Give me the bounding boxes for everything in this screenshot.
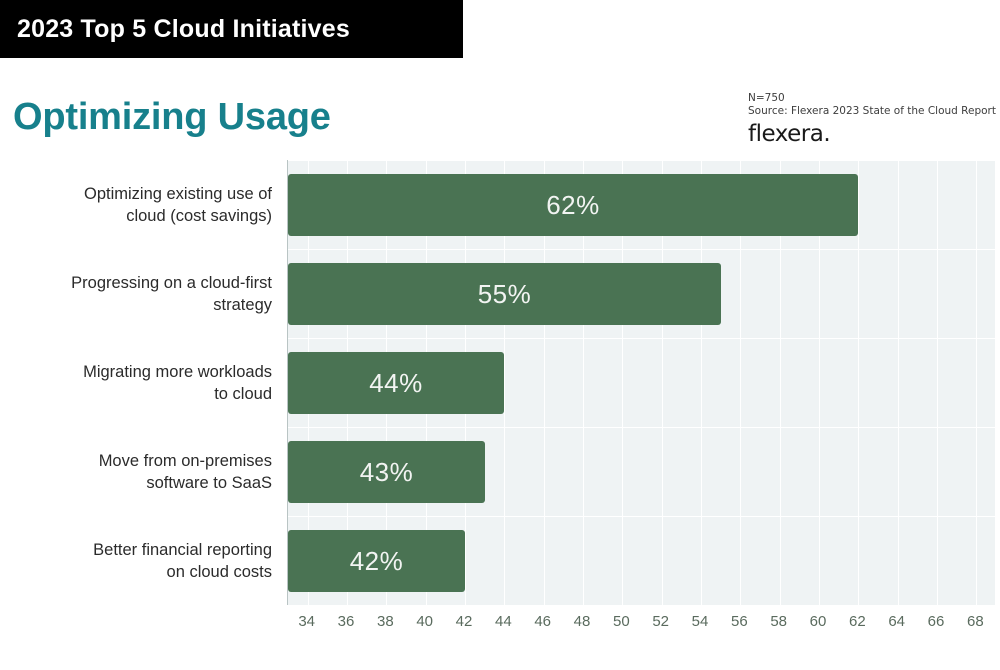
x-tick-label: 48 — [573, 613, 591, 630]
header-title: 2023 Top 5 Cloud Initiatives — [17, 14, 350, 43]
x-tick-label: 36 — [337, 613, 355, 630]
x-tick-label: 40 — [416, 613, 433, 630]
gridline-vertical — [858, 160, 860, 605]
category-label-line: strategy — [213, 296, 272, 314]
bar-value-label: 42% — [349, 545, 404, 576]
x-tick-label: 34 — [298, 613, 315, 630]
category-label: Migrating more workloads to cloud — [10, 361, 272, 405]
gridline-horizontal — [288, 160, 995, 161]
header-bar: 2023 Top 5 Cloud Initiatives — [0, 0, 463, 58]
bar-value-label: 43% — [359, 456, 414, 487]
gridline-horizontal — [288, 249, 995, 250]
bar-chart: Optimizing existing use of cloud (cost sa… — [0, 160, 1000, 650]
x-tick-label: 38 — [376, 613, 394, 630]
gridline-vertical — [937, 160, 938, 605]
source-block: N=750 Source: Flexera 2023 State of the … — [748, 92, 996, 147]
x-tick-label: 68 — [966, 613, 984, 630]
source-citation-text: Source: Flexera 2023 State of the Cloud … — [748, 105, 996, 117]
category-label: Progressing on a cloud-first strategy — [10, 272, 272, 316]
x-tick-label: 50 — [612, 613, 630, 630]
x-tick-label: 60 — [809, 613, 827, 630]
category-label-line: Optimizing existing use of — [83, 185, 272, 203]
category-label: Move from on-premises software to SaaS — [10, 450, 272, 494]
plot-area: 62% 55% 44% 43% 42% — [287, 160, 995, 606]
gridline-horizontal — [288, 516, 995, 517]
x-tick-label: 52 — [652, 613, 669, 630]
bar[interactable]: 42% — [288, 530, 465, 592]
x-axis: 34 36 38 40 42 44 46 48 50 52 54 56 58 60 62 64 66 68 — [287, 606, 995, 646]
page-title: Optimizing Usage — [13, 96, 331, 138]
bar[interactable]: 55% — [288, 263, 721, 325]
x-tick-label: 62 — [848, 613, 866, 630]
gridline-horizontal — [288, 338, 995, 339]
x-tick-label: 64 — [888, 613, 905, 630]
x-tick-label: 66 — [927, 613, 945, 630]
flexera-logo: flexera. — [748, 121, 831, 147]
category-label-line: Progressing on a cloud-first — [71, 274, 272, 292]
category-axis: Optimizing existing use of cloud (cost sa… — [0, 160, 282, 605]
gridline-vertical — [897, 160, 899, 605]
gridline-vertical — [976, 160, 978, 605]
x-tick-label: 56 — [730, 613, 748, 630]
category-label-line: Move from on-premises — [98, 452, 272, 470]
gridline-horizontal — [288, 427, 995, 428]
x-tick-label: 58 — [770, 613, 787, 630]
category-label: Optimizing existing use of cloud (cost sa… — [10, 183, 272, 227]
x-tick-label: 46 — [534, 613, 551, 630]
category-label-line: software to SaaS — [146, 474, 272, 492]
bar[interactable]: 44% — [288, 352, 504, 414]
category-label-line: Migrating more workloads — [83, 363, 272, 381]
x-tick-label: 44 — [494, 613, 512, 630]
bar-value-label: 55% — [477, 278, 532, 309]
bar-value-label: 62% — [546, 189, 600, 220]
category-label: Better financial reporting on cloud costs — [10, 539, 272, 583]
x-tick-label: 42 — [455, 613, 473, 630]
category-label-line: on cloud costs — [166, 563, 272, 581]
category-label-line: Better financial reporting — [93, 541, 272, 559]
x-tick-label: 54 — [691, 613, 709, 630]
category-label-line: cloud (cost savings) — [126, 207, 272, 225]
bar[interactable]: 43% — [288, 441, 485, 503]
category-label-line: to cloud — [214, 385, 272, 403]
bar[interactable]: 62% — [288, 174, 858, 236]
sample-size-text: N=750 — [748, 92, 785, 104]
bar-value-label: 44% — [369, 367, 423, 398]
